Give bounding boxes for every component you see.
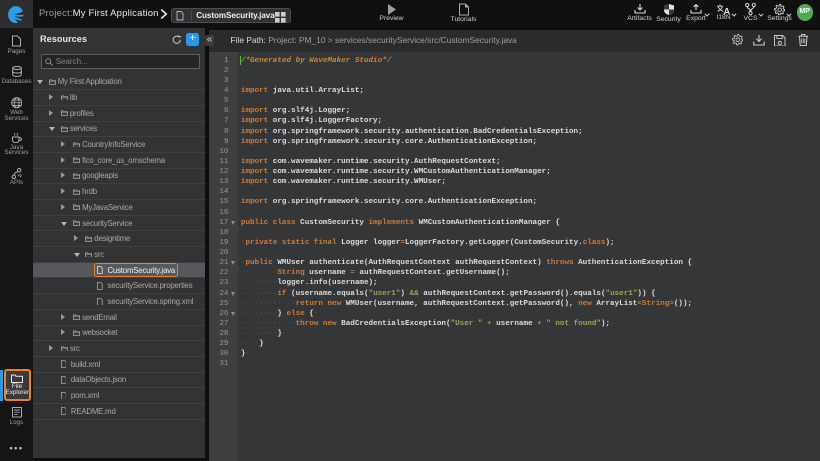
svg-text:A: A xyxy=(723,6,730,15)
